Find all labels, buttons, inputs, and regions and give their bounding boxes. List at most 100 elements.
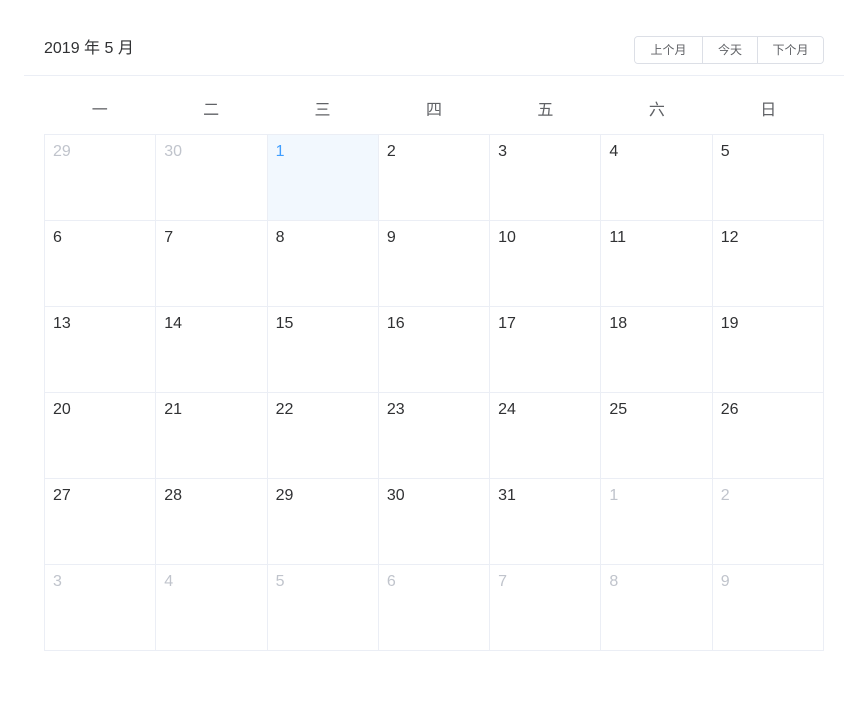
day-number: 14 [164, 315, 183, 332]
day-cell[interactable]: 20 [45, 393, 157, 479]
day-cell[interactable]: 19 [712, 307, 824, 393]
day-cell-other-month[interactable]: 30 [156, 135, 268, 221]
day-number: 27 [53, 487, 71, 504]
day-cell[interactable]: 24 [490, 393, 602, 479]
day-cell[interactable]: 7 [156, 221, 268, 307]
day-cell[interactable]: 31 [490, 479, 602, 565]
day-number: 3 [53, 573, 62, 590]
day-cell[interactable]: 18 [601, 307, 713, 393]
day-number: 4 [609, 143, 619, 160]
next-month-button[interactable]: 下个月 [757, 37, 823, 63]
day-number: 20 [53, 401, 71, 418]
day-number: 17 [498, 315, 516, 332]
weekday-label: 四 [425, 100, 442, 119]
day-cell[interactable]: 2 [378, 135, 491, 221]
day-cell[interactable]: 23 [378, 393, 491, 479]
day-cell[interactable]: 13 [45, 307, 157, 393]
day-cell[interactable]: 22 [267, 393, 379, 479]
day-cell[interactable]: 30 [378, 479, 491, 565]
day-number: 21 [164, 401, 183, 418]
calendar: 2019 年 5 月 上个月 今天 下个月 一二三四五六日 29 30 1 2 3 4 5 6… [24, 20, 844, 651]
calendar-body: 一二三四五六日 29 30 1 2 3 4 5 6 7 8 9 10 11 12 13 14 15 16 17 18 1… [44, 76, 824, 651]
day-number: 22 [275, 401, 294, 418]
day-cell[interactable]: 17 [490, 307, 602, 393]
day-cell-other-month[interactable]: 7 [490, 565, 602, 651]
day-number: 31 [498, 487, 516, 504]
calendar-title: 2019 年 5 月 [44, 40, 134, 57]
day-number: 24 [498, 401, 516, 418]
day-cell-other-month[interactable]: 29 [45, 135, 157, 221]
weekday-label: 二 [203, 100, 220, 119]
day-number: 12 [720, 229, 739, 246]
day-cell[interactable]: 8 [267, 221, 379, 307]
day-number: 8 [275, 229, 285, 246]
day-number: 30 [386, 487, 405, 504]
day-number: 29 [53, 143, 71, 160]
weekday-header-row: 一二三四五六日 [44, 76, 824, 134]
weekday-label: 五 [537, 100, 554, 119]
day-number: 2 [386, 143, 396, 160]
day-cell[interactable]: 21 [156, 393, 268, 479]
day-number: 26 [720, 401, 739, 418]
week-row: 20 21 22 23 24 25 26 [45, 393, 824, 479]
day-grid: 29 30 1 2 3 4 5 6 7 8 9 10 11 12 13 14 15 16 17 18 19 20 21 22 2… [44, 134, 824, 651]
day-number: 8 [609, 573, 619, 590]
today-button[interactable]: 今天 [702, 37, 757, 63]
day-cell[interactable]: 9 [378, 221, 491, 307]
day-number: 9 [720, 573, 730, 590]
day-number: 6 [53, 229, 62, 246]
day-cell[interactable]: 14 [156, 307, 268, 393]
day-number: 15 [275, 315, 294, 332]
day-number: 5 [720, 143, 730, 160]
day-cell[interactable]: 15 [267, 307, 379, 393]
prev-month-button[interactable]: 上个月 [635, 37, 702, 63]
day-cell[interactable]: 26 [712, 393, 824, 479]
weekday-label: 一 [91, 100, 108, 119]
day-number: 29 [275, 487, 294, 504]
calendar-header: 2019 年 5 月 上个月 今天 下个月 [24, 20, 844, 76]
day-cell-other-month[interactable]: 3 [45, 565, 157, 651]
day-cell-other-month[interactable]: 1 [601, 479, 713, 565]
day-number: 11 [609, 229, 627, 246]
day-number: 9 [386, 229, 396, 246]
day-cell[interactable]: 12 [712, 221, 824, 307]
week-row: 29 30 1 2 3 4 5 [45, 135, 824, 221]
day-cell-other-month[interactable]: 5 [267, 565, 379, 651]
day-cell[interactable]: 3 [490, 135, 602, 221]
weekday-label: 六 [648, 100, 665, 119]
month-nav-button-group: 上个月 今天 下个月 [634, 36, 824, 64]
day-number: 16 [386, 315, 405, 332]
day-number: 28 [164, 487, 183, 504]
week-row: 3 4 5 6 7 8 9 [45, 565, 824, 651]
day-number: 13 [53, 315, 71, 332]
week-row: 27 28 29 30 31 1 2 [45, 479, 824, 565]
day-cell[interactable]: 25 [601, 393, 713, 479]
day-cell[interactable]: 28 [156, 479, 268, 565]
day-number: 10 [498, 229, 516, 246]
day-number: 5 [275, 573, 285, 590]
day-cell-other-month[interactable]: 4 [156, 565, 268, 651]
day-cell-selected[interactable]: 1 [267, 135, 379, 221]
day-number: 2 [720, 487, 730, 504]
day-number: 4 [164, 573, 174, 590]
day-cell-other-month[interactable]: 9 [712, 565, 824, 651]
day-cell-other-month[interactable]: 2 [712, 479, 824, 565]
day-cell[interactable]: 4 [601, 135, 713, 221]
day-number: 7 [498, 573, 508, 590]
week-row: 6 7 8 9 10 11 12 [45, 221, 824, 307]
day-number: 25 [609, 401, 628, 418]
day-number: 1 [275, 143, 285, 160]
day-cell[interactable]: 29 [267, 479, 379, 565]
day-cell-other-month[interactable]: 8 [601, 565, 713, 651]
day-cell[interactable]: 16 [378, 307, 491, 393]
day-cell[interactable]: 27 [45, 479, 157, 565]
day-cell[interactable]: 6 [45, 221, 157, 307]
day-number: 23 [386, 401, 405, 418]
weekday-label: 日 [760, 100, 777, 119]
day-cell[interactable]: 10 [490, 221, 602, 307]
weekday-label: 三 [314, 100, 331, 119]
day-cell[interactable]: 11 [601, 221, 713, 307]
day-cell-other-month[interactable]: 6 [378, 565, 491, 651]
day-cell[interactable]: 5 [712, 135, 824, 221]
week-row: 13 14 15 16 17 18 19 [45, 307, 824, 393]
